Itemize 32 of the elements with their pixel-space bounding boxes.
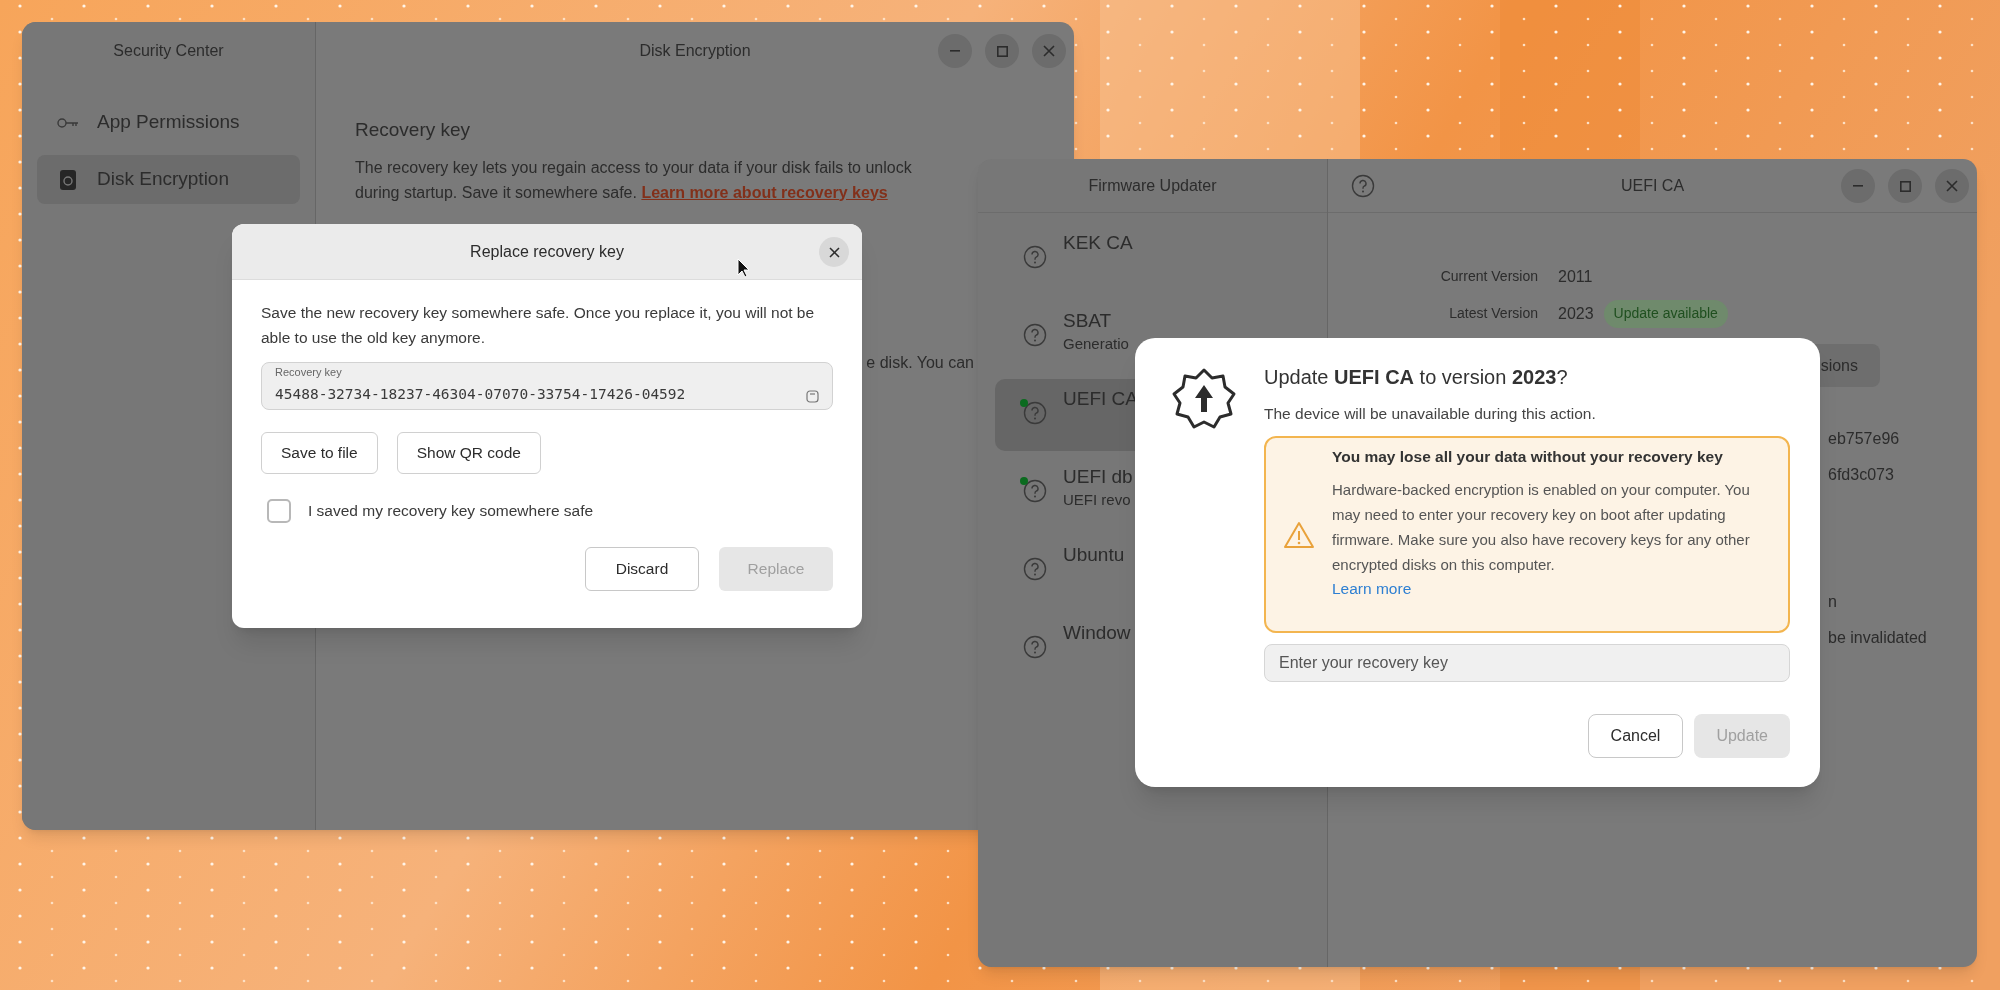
- section-heading: Recovery key: [355, 118, 472, 142]
- status-badge: Update available: [1603, 299, 1728, 328]
- dialog-title: Replace recovery key: [470, 241, 624, 262]
- detail-fragment: 6fd3c073: [1828, 465, 1894, 485]
- device-name: Ubuntu: [1063, 543, 1125, 567]
- device-name: Window: [1063, 621, 1131, 645]
- field-value: 45488-32734-18237-46304-07070-33754-17426-04592: [275, 385, 687, 403]
- detail-label: Latest Version: [1448, 304, 1538, 323]
- device-name: UEFI db: [1063, 465, 1133, 489]
- device-name: SBAT: [1063, 309, 1113, 333]
- window-title: Disk Encryption: [639, 41, 751, 61]
- dialog-title: Update UEFI CA to version 2023?: [1264, 365, 1569, 390]
- warning-text: Hardware-backed encryption is enabled on your computer. You may need to enter your recovery key on boot after updating firmware. Make sure you also have recovery keys for any other encrypted disks on this computer.: [1332, 479, 1751, 575]
- detail-value: 2023: [1558, 303, 1594, 324]
- device-name: KEK CA: [1063, 231, 1133, 255]
- description-text: The recovery key lets you regain access to your data if your disk fails to unlock during startup. Save it somewhere safe. Learn more about recovery keys: [355, 157, 912, 203]
- detail-fragment: eb757e96: [1828, 429, 1900, 449]
- dialog-subtitle: The device will be unavailable during this action.: [1264, 404, 1597, 424]
- checkbox-label: I saved my recovery key somewhere safe: [308, 501, 594, 522]
- window-title: UEFI CA: [1620, 175, 1685, 196]
- field-label: Recovery key: [274, 366, 343, 378]
- device-subtitle: UEFI revo: [1063, 490, 1132, 510]
- detail-value: 2011: [1558, 266, 1593, 287]
- sidebar-title: Security Center: [113, 41, 224, 61]
- dialog-message: Save the new recovery key somewhere safe. Once you replace it, you will not be able to use the old key anymore.: [261, 303, 816, 348]
- detail-label: Current Version: [1439, 267, 1538, 286]
- detail-fragment: be invalidated: [1828, 628, 1927, 648]
- device-subtitle: Generatio: [1063, 334, 1129, 354]
- detail-fragment: n: [1828, 592, 1837, 612]
- warning-title: You may lose all your data without your recovery key: [1332, 447, 1724, 468]
- description-fragment: e disk. You can: [866, 352, 974, 373]
- sidebar-title: Firmware Updater: [1088, 175, 1217, 196]
